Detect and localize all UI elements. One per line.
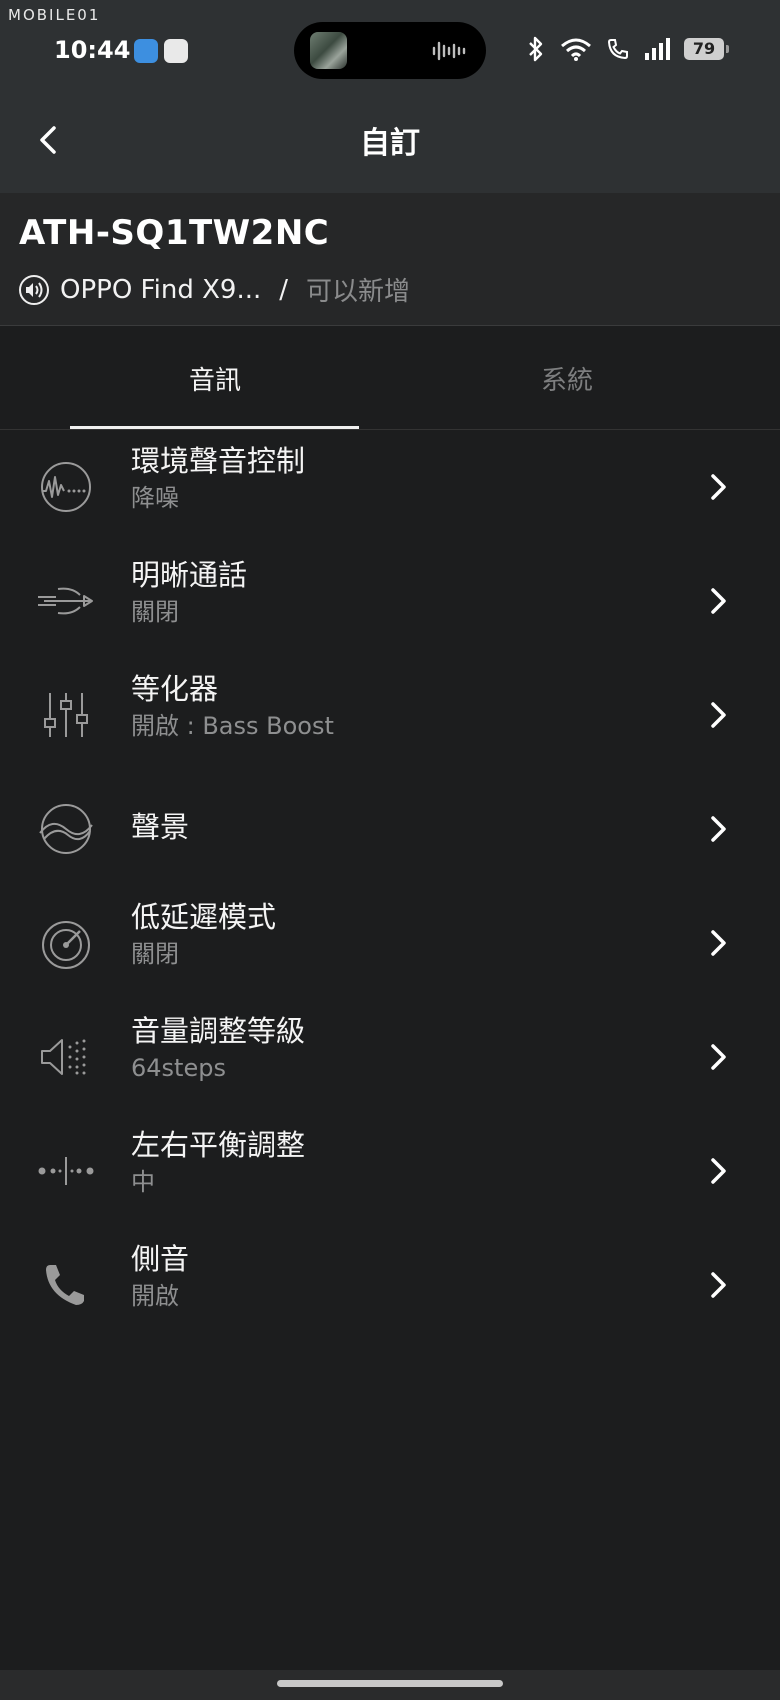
- list-item-clear-call[interactable]: 明晰通話 關閉: [0, 544, 780, 658]
- setting-value: 64steps: [131, 1054, 226, 1082]
- wifi-call-icon: [607, 39, 628, 60]
- chevron-right-icon: [711, 1272, 726, 1298]
- device-name: ATH-SQ1TW2NC: [19, 213, 330, 253]
- connected-device-name: OPPO Find X9...: [60, 274, 262, 305]
- chevron-right-icon: [711, 702, 726, 728]
- wifi-icon: [561, 38, 591, 61]
- tab-audio[interactable]: 音訊: [35, 360, 395, 397]
- chevron-right-icon: [711, 1044, 726, 1070]
- setting-value: 開啟: [131, 1282, 179, 1310]
- status-icons: 79: [526, 36, 729, 62]
- setting-value: 開啟 : Bass Boost: [131, 712, 334, 740]
- setting-value: 降噪: [131, 484, 179, 512]
- balance-icon: [38, 1157, 94, 1185]
- battery-indicator: 79: [684, 38, 729, 60]
- connection-row: OPPO Find X9... / 可以新增: [18, 271, 410, 308]
- setting-title: 側音: [131, 1242, 190, 1276]
- status-time: 10:44: [54, 36, 131, 64]
- settings-list: 環境聲音控制 降噪 明晰通話 關閉 等化器 開啟: Bass Boost 聲景…: [0, 430, 780, 1342]
- weather-app-icon: [134, 39, 158, 63]
- chevron-right-icon: [711, 588, 726, 614]
- list-item-balance[interactable]: 左右平衡調整 中: [0, 1114, 780, 1228]
- page-title: 自訂: [360, 126, 420, 161]
- clear-call-icon: [38, 587, 93, 615]
- connection-separator: /: [279, 274, 288, 305]
- add-device-label[interactable]: 可以新增: [306, 271, 410, 308]
- chevron-right-icon: [711, 1158, 726, 1184]
- list-item-soundscape[interactable]: 聲景: [0, 772, 780, 886]
- setting-title: 低延遲模式: [131, 900, 277, 934]
- setting-title: 明晰通話: [131, 558, 248, 592]
- audio-wave-icon: [432, 41, 466, 61]
- app-bar: 自訂: [0, 90, 780, 193]
- setting-value: 中: [131, 1168, 155, 1196]
- soundscape-icon: [39, 804, 93, 854]
- audio-app-icon: [164, 39, 188, 63]
- chevron-right-icon: [711, 930, 726, 956]
- equalizer-icon: [44, 693, 88, 737]
- low-latency-icon: [42, 921, 90, 969]
- speaker-icon: [19, 274, 49, 305]
- setting-title: 環境聲音控制: [131, 444, 306, 478]
- chevron-right-icon: [711, 816, 726, 842]
- ambient-sound-icon: [41, 462, 91, 512]
- list-item-equalizer[interactable]: 等化器 開啟 : Bass Boost: [0, 658, 780, 772]
- signal-icon: [645, 38, 670, 60]
- volume-steps-icon: [41, 1039, 86, 1075]
- watermark-logo: MOBILE01: [8, 6, 101, 24]
- list-item-sidetone[interactable]: 側音 開啟: [0, 1228, 780, 1342]
- tab-active-indicator: [70, 426, 359, 429]
- tab-bar: 音訊 系統: [0, 327, 780, 430]
- phone-icon: [46, 1265, 84, 1305]
- list-item-volume-steps[interactable]: 音量調整等級 64steps: [0, 1000, 780, 1114]
- setting-value: 關閉: [131, 940, 179, 968]
- device-info: ATH-SQ1TW2NC OPPO Find X9... / 可以新增: [0, 193, 780, 326]
- setting-title: 等化器: [131, 672, 219, 706]
- setting-title: 音量調整等級: [131, 1014, 306, 1048]
- setting-value: 關閉: [131, 598, 179, 626]
- status-bar: 10:44 79: [0, 0, 780, 90]
- bluetooth-icon: [529, 36, 543, 62]
- setting-title: 左右平衡調整: [131, 1128, 306, 1162]
- home-indicator[interactable]: [277, 1680, 503, 1687]
- dynamic-island[interactable]: [294, 22, 486, 79]
- setting-title: 聲景: [131, 810, 190, 844]
- tab-system[interactable]: 系統: [387, 360, 747, 397]
- chevron-right-icon: [711, 474, 726, 500]
- list-item-low-latency[interactable]: 低延遲模式 關閉: [0, 886, 780, 1000]
- album-art: [310, 32, 347, 69]
- list-item-ambient-sound[interactable]: 環境聲音控制 降噪: [0, 430, 780, 544]
